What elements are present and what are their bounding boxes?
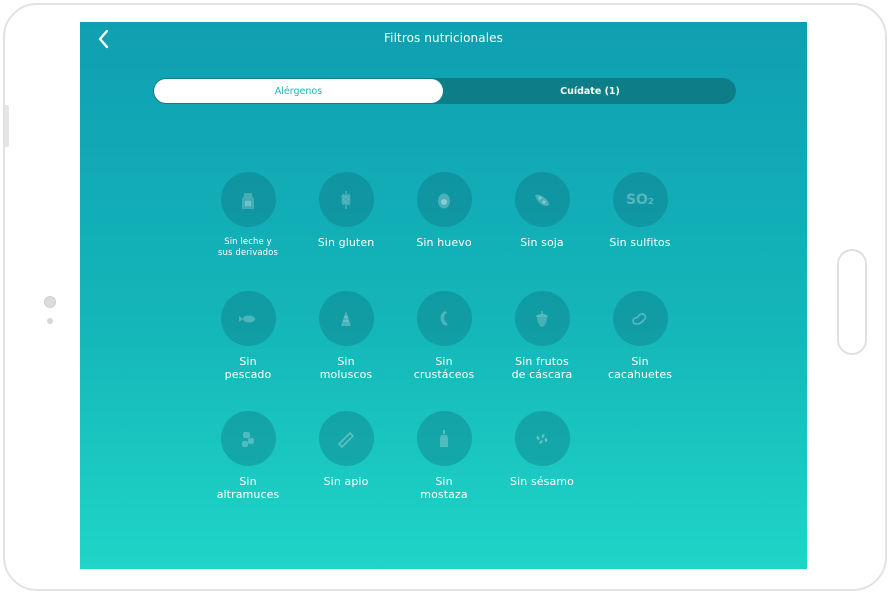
mustard-bottle-icon [440, 429, 448, 447]
filter-icon-circle [318, 172, 374, 227]
celery-icon [337, 431, 355, 448]
shell-icon [341, 310, 351, 326]
filter-icon-circle [514, 291, 570, 346]
filter-label: Sin soja [520, 236, 564, 249]
filter-sin-soja[interactable]: Sin soja [493, 172, 591, 249]
filter-label: Sin moluscos [319, 355, 373, 381]
home-button[interactable] [837, 249, 867, 355]
filter-icon-circle [220, 291, 276, 346]
sesame-icon [536, 433, 548, 444]
fish-icon [239, 315, 255, 322]
filter-icon-circle [220, 411, 276, 466]
lupin-icon [242, 431, 254, 447]
filter-sin-huevo[interactable]: Sin huevo [395, 172, 493, 249]
filter-sin-gluten[interactable]: Sin gluten [297, 172, 395, 249]
allergen-grid: Sin leche y sus derivados Sin gluten Sin… [80, 22, 807, 569]
filter-label: Sin frutos de cáscara [511, 355, 573, 381]
wheat-icon [341, 190, 351, 209]
egg-icon [438, 193, 450, 208]
filter-icon-circle [514, 411, 570, 466]
filter-label: Sin pescado [224, 355, 272, 381]
filter-icon-circle [514, 172, 570, 227]
filter-sin-moluscos[interactable]: Sin moluscos [297, 291, 395, 381]
filter-icon-circle [220, 172, 276, 227]
filter-label: Sin huevo [416, 236, 472, 249]
filter-sin-crustaceos[interactable]: Sin crustáceos [395, 291, 493, 381]
filter-label: Sin crustáceos [413, 355, 475, 381]
filter-sin-pescado[interactable]: Sin pescado [199, 291, 297, 381]
filter-icon-circle [318, 291, 374, 346]
filter-icon-circle [612, 291, 668, 346]
filter-sin-mostaza[interactable]: Sin mostaza [395, 411, 493, 501]
filter-icon-circle [416, 411, 472, 466]
acorn-icon [536, 310, 548, 327]
filter-icon-circle [416, 172, 472, 227]
sensor [47, 318, 53, 324]
filter-icon-circle: SO₂ [612, 172, 668, 227]
filter-sin-altramuces[interactable]: Sin altramuces [199, 411, 297, 501]
filter-icon-circle [318, 411, 374, 466]
filter-label: Sin cacahuetes [607, 355, 673, 381]
filter-label: Sin leche y sus derivados [218, 237, 278, 258]
filter-label: Sin sulfitos [609, 236, 671, 249]
side-button [5, 105, 9, 147]
filter-sin-cacahuetes[interactable]: Sin cacahuetes [591, 291, 689, 381]
filter-sin-leche[interactable]: Sin leche y sus derivados [199, 172, 297, 259]
filter-sin-sesamo[interactable]: Sin sésamo [493, 411, 591, 488]
shrimp-icon [440, 310, 448, 326]
filter-sin-sulfitos[interactable]: SO₂ Sin sulfitos [591, 172, 689, 249]
filter-label: Sin apio [323, 475, 369, 488]
so2-icon: SO₂ [625, 191, 655, 208]
filter-label: Sin altramuces [216, 475, 280, 501]
filter-sin-frutos-cascara[interactable]: Sin frutos de cáscara [493, 291, 591, 381]
filter-label: Sin mostaza [420, 475, 468, 501]
filter-sin-apio[interactable]: Sin apio [297, 411, 395, 488]
peanut-icon [632, 312, 647, 325]
filter-label: Sin sésamo [510, 475, 574, 488]
camera [44, 296, 56, 308]
app-screen: Filtros nutricionales Alérgenos Cuídate … [80, 22, 807, 569]
milk-carton-icon [242, 192, 254, 209]
soy-bean-icon [535, 194, 549, 206]
filter-label: Sin gluten [317, 236, 375, 249]
filter-icon-circle [416, 291, 472, 346]
